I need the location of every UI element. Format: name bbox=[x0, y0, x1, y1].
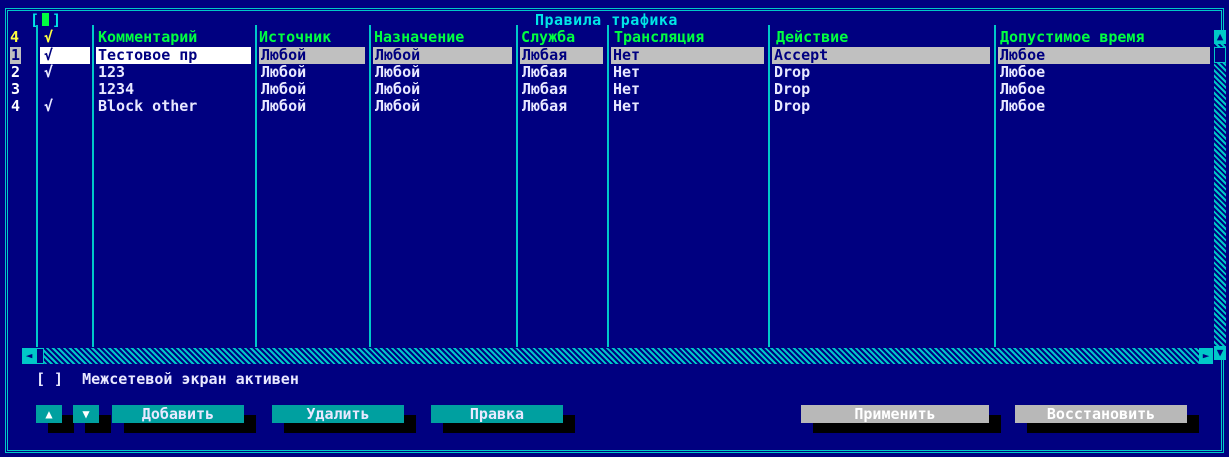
horizontal-scrollbar[interactable] bbox=[22, 348, 1213, 364]
rule-translation-cell[interactable]: Нет bbox=[613, 98, 640, 115]
rule-enabled-cell[interactable]: √ bbox=[40, 47, 90, 64]
row-number[interactable]: 2 bbox=[10, 64, 21, 81]
delete-button[interactable]: Удалить bbox=[272, 405, 404, 423]
rule-time-cell[interactable]: Любое bbox=[1000, 64, 1045, 81]
rule-destination-cell[interactable]: Любой bbox=[375, 64, 420, 81]
scroll-up-icon[interactable]: ▲ bbox=[1214, 30, 1226, 44]
column-divider bbox=[36, 25, 38, 347]
column-divider bbox=[768, 25, 770, 347]
rule-translation-cell[interactable]: Нет bbox=[611, 47, 764, 64]
rule-destination-cell[interactable]: Любой bbox=[375, 81, 420, 98]
column-header-service[interactable]: Служба bbox=[521, 29, 575, 46]
rule-translation-cell[interactable]: Нет bbox=[613, 81, 640, 98]
rule-comment-cell[interactable]: Тестовое пр bbox=[96, 47, 251, 64]
firewall-active-label: Межсетевой экран активен bbox=[82, 370, 299, 388]
rule-enabled-cell[interactable]: √ bbox=[44, 98, 53, 115]
hscroll-thumb[interactable] bbox=[36, 348, 44, 364]
rule-action-cell[interactable]: Drop bbox=[774, 98, 810, 115]
edit-button[interactable]: Правка bbox=[431, 405, 563, 423]
column-header-translation[interactable]: Трансляция bbox=[614, 29, 704, 46]
add-button[interactable]: Добавить bbox=[112, 405, 244, 423]
rule-source-cell[interactable]: Любой bbox=[261, 81, 306, 98]
rule-time-cell[interactable]: Любое bbox=[1000, 81, 1045, 98]
row-number[interactable]: 4 bbox=[10, 98, 21, 115]
column-divider bbox=[255, 25, 257, 347]
move-up-button[interactable]: ▲ bbox=[36, 405, 62, 423]
checkbox-box[interactable]: [ ] bbox=[36, 370, 63, 388]
column-divider bbox=[607, 25, 609, 347]
row-number[interactable]: 3 bbox=[10, 81, 21, 98]
apply-button[interactable]: Применить bbox=[801, 405, 989, 423]
rule-translation-cell[interactable]: Нет bbox=[613, 64, 640, 81]
rule-source-cell[interactable]: Любой bbox=[261, 64, 306, 81]
rule-comment-cell[interactable]: 123 bbox=[98, 64, 125, 81]
column-header-comment[interactable]: Комментарий bbox=[98, 29, 197, 46]
scroll-down-icon[interactable]: ▼ bbox=[1214, 346, 1226, 360]
column-header-source[interactable]: Источник bbox=[259, 29, 331, 46]
rule-action-cell[interactable]: Drop bbox=[774, 64, 810, 81]
rule-destination-cell[interactable]: Любой bbox=[375, 98, 420, 115]
scroll-thumb[interactable] bbox=[1214, 47, 1226, 63]
rule-source-cell[interactable]: Любой bbox=[261, 98, 306, 115]
rule-service-cell[interactable]: Любая bbox=[522, 64, 567, 81]
rule-service-cell[interactable]: Любая bbox=[522, 81, 567, 98]
row-count: 4 bbox=[10, 28, 20, 46]
rule-service-cell[interactable]: Любая bbox=[522, 98, 567, 115]
column-divider bbox=[994, 25, 996, 347]
column-header-destination[interactable]: Назначение bbox=[374, 29, 464, 46]
vertical-scrollbar[interactable] bbox=[1214, 30, 1226, 360]
rule-action-cell[interactable]: Drop bbox=[774, 81, 810, 98]
column-header-action[interactable]: Действие bbox=[776, 29, 848, 46]
column-divider bbox=[92, 25, 94, 347]
column-header-enabled[interactable]: √ bbox=[44, 29, 53, 46]
column-divider bbox=[516, 25, 518, 347]
move-down-button[interactable]: ▼ bbox=[73, 405, 99, 423]
rule-time-cell[interactable]: Любое bbox=[1000, 98, 1045, 115]
row-number[interactable]: 1 bbox=[10, 47, 21, 64]
rule-comment-cell[interactable]: Block other bbox=[98, 98, 197, 115]
rule-time-cell[interactable]: Любое bbox=[998, 47, 1210, 64]
traffic-rules-window: [] Правила трафика 4 √ Комментарий Источ… bbox=[0, 0, 1229, 457]
restore-button[interactable]: Восстановить bbox=[1015, 405, 1187, 423]
rule-enabled-cell[interactable]: √ bbox=[44, 64, 53, 81]
rule-comment-cell[interactable]: 1234 bbox=[98, 81, 134, 98]
rule-destination-cell[interactable]: Любой bbox=[373, 47, 512, 64]
rule-service-cell[interactable]: Любая bbox=[520, 47, 603, 64]
column-divider bbox=[369, 25, 371, 347]
rule-action-cell[interactable]: Accept bbox=[772, 47, 990, 64]
scroll-right-icon[interactable]: ► bbox=[1199, 348, 1213, 364]
column-header-allowed-time[interactable]: Допустимое время bbox=[1000, 29, 1145, 46]
scroll-left-icon[interactable]: ◄ bbox=[22, 348, 36, 364]
rule-source-cell[interactable]: Любой bbox=[259, 47, 365, 64]
window-close-control[interactable]: [] bbox=[30, 12, 62, 28]
firewall-active-checkbox[interactable]: [ ] Межсетевой экран активен bbox=[36, 370, 299, 388]
